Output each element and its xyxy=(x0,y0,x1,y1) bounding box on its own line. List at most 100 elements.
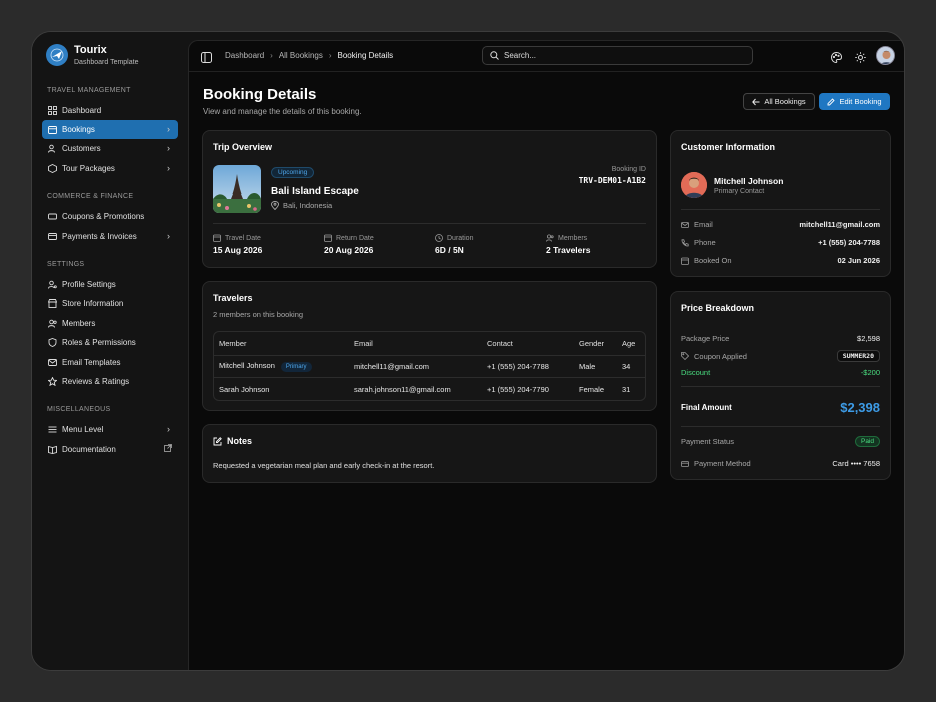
duration: 6D / 5N xyxy=(435,245,464,255)
nav-section-misc: MISCELLANEOUS xyxy=(47,406,111,413)
discount-label: Discount xyxy=(681,368,711,377)
notes-title: Notes xyxy=(227,436,253,446)
traveler-contact: +1 (555) 204-7788 xyxy=(482,356,574,378)
sidebar-item-profile-settings[interactable]: Profile Settings xyxy=(42,275,178,294)
col-age: Age xyxy=(617,332,645,356)
user-avatar[interactable] xyxy=(876,46,895,65)
discount-row: Discount -$200 xyxy=(681,368,880,377)
customer-booked-row: Booked On 02 Jun 2026 xyxy=(681,256,880,265)
sidebar-item-label: Email Templates xyxy=(62,358,121,367)
traveler-email: mitchell11@gmail.com xyxy=(349,356,482,378)
breadcrumb: Dashboard › All Bookings › Booking Detai… xyxy=(225,51,393,60)
calendar-icon xyxy=(213,234,221,242)
customer-email[interactable]: mitchell11@gmail.com xyxy=(799,220,880,229)
customer-role: Primary Contact xyxy=(714,188,765,195)
customer-phone[interactable]: +1 (555) 204-7788 xyxy=(818,238,880,247)
primary-badge: Primary xyxy=(280,362,312,372)
users-icon xyxy=(546,234,554,242)
pencil-icon xyxy=(827,97,836,106)
chevron-right-icon: › xyxy=(167,163,170,173)
sidebar-item-menu-level[interactable]: Menu Level › xyxy=(42,420,178,439)
search-placeholder: Search... xyxy=(504,51,537,60)
sidebar-item-bookings[interactable]: Bookings › xyxy=(42,120,178,139)
col-email: Email xyxy=(349,332,482,356)
divider xyxy=(681,386,880,387)
sidebar-item-members[interactable]: Members xyxy=(42,314,178,333)
sidebar-item-roles-permissions[interactable]: Roles & Permissions xyxy=(42,333,178,352)
col-gender: Gender xyxy=(574,332,617,356)
sidebar-item-label: Reviews & Ratings xyxy=(62,377,130,386)
sidebar-item-label: Roles & Permissions xyxy=(62,338,136,347)
customer-email-row: Email mitchell11@gmail.com xyxy=(681,220,880,229)
sidebar: Tourix Dashboard Template TRAVEL MANAGEM… xyxy=(32,32,188,670)
sidebar-item-documentation[interactable]: Documentation xyxy=(42,440,178,459)
traveler-gender: Male xyxy=(574,356,617,378)
sidebar-item-email-templates[interactable]: Email Templates xyxy=(42,353,178,372)
clock-icon xyxy=(435,234,443,242)
brand[interactable]: Tourix Dashboard Template xyxy=(46,44,138,66)
sun-icon[interactable] xyxy=(855,50,866,68)
topbar: Dashboard › All Bookings › Booking Detai… xyxy=(189,41,904,72)
notes-text: Requested a vegetarian meal plan and ear… xyxy=(213,461,435,470)
app-window: Tourix Dashboard Template TRAVEL MANAGEM… xyxy=(31,31,905,671)
page-subtitle: View and manage the details of this book… xyxy=(203,107,362,116)
chevron-right-icon: › xyxy=(167,143,170,153)
edit-booking-button[interactable]: Edit Booking xyxy=(819,93,890,110)
payment-status-row: Payment Status Paid xyxy=(681,436,880,447)
table-row[interactable]: Mitchell Johnson Primary mitchell11@gmail… xyxy=(214,356,645,378)
table-row[interactable]: Sarah Johnson sarah.johnson11@gmail.com … xyxy=(214,378,645,400)
nav-section-commerce: COMMERCE & FINANCE xyxy=(47,193,134,200)
travelers-title: Travelers xyxy=(213,293,253,303)
notes-card: Notes Requested a vegetarian meal plan a… xyxy=(202,424,657,483)
sidebar-item-label: Members xyxy=(62,319,96,328)
traveler-age: 31 xyxy=(622,384,631,394)
shield-icon xyxy=(48,338,57,347)
book-icon xyxy=(48,445,57,454)
breadcrumb-dashboard[interactable]: Dashboard xyxy=(225,51,264,60)
col-contact: Contact xyxy=(482,332,574,356)
sidebar-item-reviews-ratings[interactable]: Reviews & Ratings xyxy=(42,372,178,391)
sidebar-item-coupons[interactable]: Coupons & Promotions xyxy=(42,207,178,226)
search-input[interactable]: Search... xyxy=(482,46,753,65)
sidebar-item-dashboard[interactable]: Dashboard xyxy=(42,101,178,120)
sidebar-item-payments[interactable]: Payments & Invoices › xyxy=(42,227,178,246)
users-icon xyxy=(48,144,57,153)
mail-icon xyxy=(48,358,57,367)
sidebar-item-label: Customers xyxy=(62,144,101,153)
nav-section-settings: SETTINGS xyxy=(47,261,85,268)
travel-date-label: Travel Date xyxy=(225,234,261,242)
brand-subtitle: Dashboard Template xyxy=(74,59,139,66)
coupon-label: Coupon Applied xyxy=(694,351,747,361)
payment-status-badge: Paid xyxy=(854,436,880,447)
travelers-table: Member Email Contact Gender Age Mitchell… xyxy=(213,331,646,401)
booking-id: TRV-DEM01-A1B2 xyxy=(578,176,646,185)
payment-method-row: Payment Method Card •••• 7658 xyxy=(681,459,880,468)
breadcrumb-all-bookings[interactable]: All Bookings xyxy=(279,51,323,60)
travel-date: 15 Aug 2026 xyxy=(213,245,263,255)
final-amount-row: Final Amount $2,398 xyxy=(681,400,880,415)
price-title: Price Breakdown xyxy=(681,303,755,313)
trip-image xyxy=(213,165,261,213)
travelers-card: Travelers 2 members on this booking Memb… xyxy=(202,281,657,411)
customer-phone-row: Phone +1 (555) 204-7788 xyxy=(681,238,880,247)
chevron-right-icon: › xyxy=(167,124,170,134)
sidebar-toggle-icon[interactable] xyxy=(201,50,212,68)
trip-location: Bali, Indonesia xyxy=(271,201,332,210)
sidebar-item-store-information[interactable]: Store Information xyxy=(42,294,178,313)
brand-name: Tourix xyxy=(74,44,107,56)
palette-icon[interactable] xyxy=(830,50,843,68)
coupon-code: SUMMER20 xyxy=(836,350,880,362)
sidebar-item-customers[interactable]: Customers › xyxy=(42,139,178,158)
chevron-right-icon: › xyxy=(167,231,170,241)
all-bookings-button[interactable]: All Bookings xyxy=(743,93,815,110)
main-content: Dashboard › All Bookings › Booking Detai… xyxy=(188,40,904,670)
coupon-row: Coupon Applied SUMMER20 xyxy=(681,350,880,362)
search-icon xyxy=(490,51,499,60)
breadcrumb-current: Booking Details xyxy=(337,51,394,60)
menu-icon xyxy=(48,425,57,434)
final-amount: $2,398 xyxy=(840,400,880,415)
ticket-icon xyxy=(48,212,57,221)
arrow-left-icon xyxy=(752,98,760,106)
sidebar-item-tour-packages[interactable]: Tour Packages › xyxy=(42,159,178,178)
card-icon xyxy=(681,460,689,468)
